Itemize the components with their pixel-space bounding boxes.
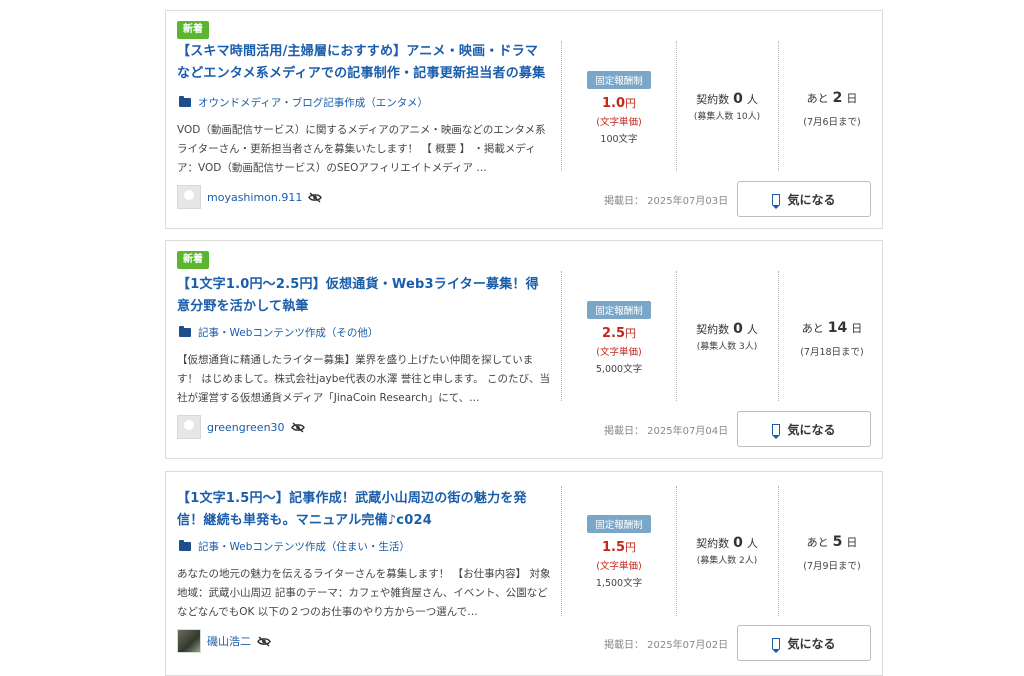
job-description: 【仮想通貨に精通したライター募集】業界を盛り上げたい仲間を探しています！ はじめ… [177, 354, 551, 404]
bookmark-icon [772, 423, 781, 435]
deadline-column: あと 14 日 (7月18日まで) [780, 320, 884, 358]
price-char-count: 100文字 [600, 134, 638, 145]
client-info[interactable]: moyashimon.911 [177, 185, 323, 209]
new-badge: 新着 [177, 21, 209, 39]
job-description: あなたの地元の魅力を伝えるライターさんを募集します！ 【お仕事内容】 対象地域：… [177, 568, 551, 618]
price-column: 固定報酬制 1.0円 (文字単価) 100文字 [564, 69, 674, 145]
recruit-count: (募集人数 3人) [696, 342, 758, 352]
job-title[interactable]: 【スキマ時間活用/主婦層におすすめ】アニメ・映画・ドラマなどエンタメ系メディアで… [177, 41, 551, 85]
divider [778, 271, 779, 401]
contract-column: 契約数 0 人 (募集人数 10人) [678, 91, 776, 122]
price-value: 1.0 [601, 96, 626, 111]
price-type-sub: (文字単価) [596, 347, 642, 358]
price-unit: 円 [625, 327, 637, 340]
price: 1.5円 [564, 539, 674, 555]
favorite-button[interactable]: 気になる [737, 411, 871, 447]
client-info[interactable]: greengreen30 [177, 415, 305, 439]
favorite-label: 気になる [787, 422, 836, 437]
contract-column: 契約数 0 人 (募集人数 2人) [678, 535, 776, 566]
eye-slash-icon [290, 421, 305, 433]
contract-count: 契約数 0 人 [696, 321, 758, 337]
price-column: 固定報酬制 2.5円 (文字単価) 5,000文字 [564, 299, 674, 375]
posted-date: 掲載日： 2025年07月04日 [604, 426, 729, 437]
category-label: 記事・Webコンテンツ作成（住まい・生活） [198, 541, 410, 553]
divider [561, 486, 562, 616]
job-description: VOD（動画配信サービス）に関するメディアのアニメ・映画などのエンタメ系ライター… [177, 124, 546, 174]
price: 1.0円 [564, 95, 674, 111]
price-type-sub: (文字単価) [596, 117, 642, 128]
bookmark-icon [772, 193, 781, 205]
deadline-column: あと 2 日 (7月6日まで) [780, 90, 884, 128]
job-category[interactable]: 記事・Webコンテンツ作成（住まい・生活） [179, 539, 410, 554]
folder-icon [179, 326, 191, 337]
eye-slash-icon [257, 635, 271, 647]
price-type-badge: 固定報酬制 [587, 71, 651, 89]
posted-date: 掲載日： 2025年07月02日 [604, 640, 729, 651]
price-type-sub: (文字単価) [596, 561, 642, 572]
recruit-count: (募集人数 2人) [696, 556, 758, 566]
job-title[interactable]: 【1文字1.0円～2.5円】仮想通貨・Web3ライター募集！得意分野を活かして執… [177, 274, 551, 318]
client-username[interactable]: greengreen30 [207, 421, 285, 434]
job-card: 新着 【1文字1.0円～2.5円】仮想通貨・Web3ライター募集！得意分野を活か… [165, 240, 883, 459]
avatar[interactable] [177, 185, 201, 209]
posted-date: 掲載日： 2025年07月03日 [604, 196, 729, 207]
client-username[interactable]: moyashimon.911 [207, 191, 302, 204]
divider [778, 41, 779, 171]
divider [676, 41, 677, 171]
price-type-badge: 固定報酬制 [587, 515, 651, 533]
price: 2.5円 [564, 325, 674, 341]
client-username[interactable]: 磯山浩二 [207, 633, 251, 649]
avatar[interactable] [177, 629, 201, 653]
category-label: オウンドメディア・ブログ記事作成（エンタメ） [198, 97, 428, 109]
favorite-label: 気になる [787, 192, 836, 207]
price-value: 1.5 [601, 540, 626, 555]
contract-count: 契約数 0 人 [696, 91, 758, 107]
bookmark-icon [772, 637, 781, 649]
job-category[interactable]: オウンドメディア・ブログ記事作成（エンタメ） [179, 95, 428, 110]
favorite-button[interactable]: 気になる [737, 181, 871, 217]
job-card: 新着 【スキマ時間活用/主婦層におすすめ】アニメ・映画・ドラマなどエンタメ系メデ… [165, 10, 883, 229]
price-column: 固定報酬制 1.5円 (文字単価) 1,500文字 [564, 513, 674, 589]
price-unit: 円 [625, 97, 637, 110]
deadline-column: あと 5 日 (7月9日まで) [780, 534, 884, 572]
folder-icon [179, 96, 191, 107]
deadline-date: (7月18日まで) [800, 347, 864, 358]
divider [676, 486, 677, 616]
client-info[interactable]: 磯山浩二 [177, 629, 271, 653]
avatar[interactable] [177, 415, 201, 439]
contract-column: 契約数 0 人 (募集人数 3人) [678, 321, 776, 352]
deadline-date: (7月9日まで) [803, 561, 861, 572]
eye-slash-icon [308, 191, 323, 203]
remaining-days: あと 2 日 [806, 90, 858, 106]
divider [778, 486, 779, 616]
folder-icon [179, 540, 191, 551]
remaining-days: あと 5 日 [806, 534, 858, 550]
favorite-label: 気になる [787, 636, 836, 651]
category-label: 記事・Webコンテンツ作成（その他） [198, 327, 379, 339]
deadline-date: (7月6日まで) [803, 117, 861, 128]
job-category[interactable]: 記事・Webコンテンツ作成（その他） [179, 325, 378, 340]
price-type-badge: 固定報酬制 [587, 301, 651, 319]
price-unit: 円 [625, 541, 637, 554]
price-value: 2.5 [601, 326, 626, 341]
price-char-count: 5,000文字 [595, 364, 643, 375]
divider [561, 271, 562, 401]
new-badge: 新着 [177, 251, 209, 269]
job-card: 【1文字1.5円～】記事作成！武蔵小山周辺の街の魅力を発信！継続も単発も。マニュ… [165, 471, 883, 676]
recruit-count: (募集人数 10人) [693, 112, 761, 122]
divider [561, 41, 562, 171]
job-title[interactable]: 【1文字1.5円～】記事作成！武蔵小山周辺の街の魅力を発信！継続も単発も。マニュ… [177, 488, 551, 532]
contract-count: 契約数 0 人 [696, 535, 758, 551]
remaining-days: あと 14 日 [801, 320, 863, 336]
divider [676, 271, 677, 401]
price-char-count: 1,500文字 [595, 578, 643, 589]
favorite-button[interactable]: 気になる [737, 625, 871, 661]
